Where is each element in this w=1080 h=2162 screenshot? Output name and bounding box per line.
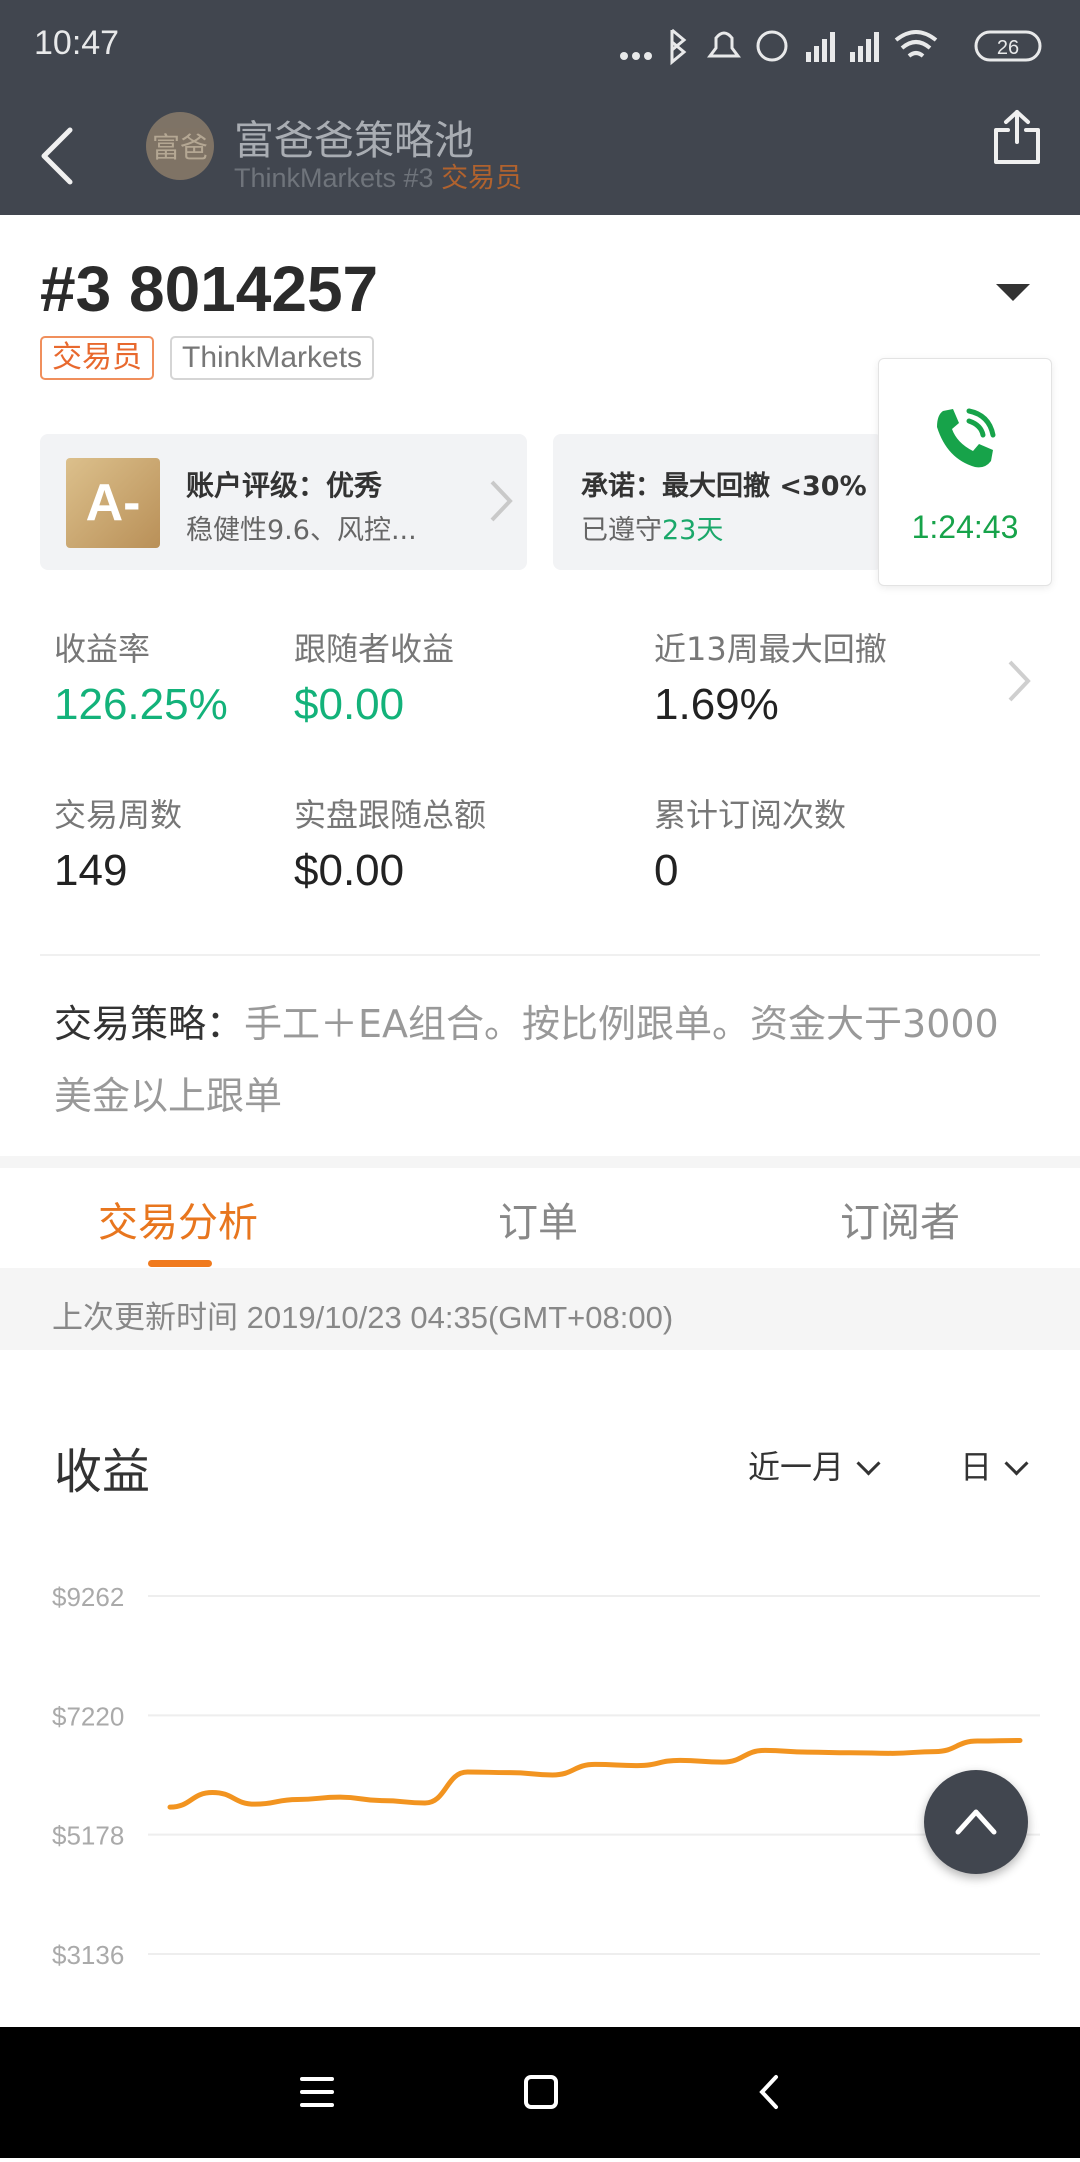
promise-card[interactable]: 承诺：最大回撤 <30% 已遵守23天 — [553, 434, 883, 570]
tab-subscribers[interactable]: 订阅者 — [840, 1190, 960, 1248]
tab-orders[interactable]: 订单 — [498, 1190, 578, 1248]
promise-desc: 已遵守23天 — [581, 508, 723, 547]
profit-series-line — [170, 1740, 1020, 1807]
section-title: 收益 — [54, 1432, 150, 1502]
call-widget[interactable]: 1:24:43 — [878, 358, 1052, 586]
rating-card[interactable]: A- 账户评级：优秀 稳健性9.6、风控... — [40, 434, 527, 570]
chevron-up-icon — [954, 1804, 998, 1840]
tag-trader: 交易员 — [40, 336, 154, 380]
stat-label-max-drawdown: 近13周最大回撤 — [654, 624, 887, 670]
stat-value-follower-return: $0.00 — [294, 680, 404, 730]
promise-days: 23天 — [662, 515, 723, 546]
stat-label-subscriptions: 累计订阅次数 — [654, 790, 846, 836]
profit-chart: $9262 $7220 $5178 $3136 — [0, 1560, 1080, 1980]
tab-trade-analysis[interactable]: 交易分析 — [98, 1190, 258, 1248]
section-separator — [0, 1156, 1080, 1168]
stat-label-follow-total: 实盘跟随总额 — [294, 790, 486, 836]
account-dropdown-icon[interactable] — [996, 284, 1030, 301]
rating-desc: 稳健性9.6、风控... — [186, 508, 417, 547]
stat-label-follower-return: 跟随者收益 — [294, 624, 454, 670]
home-icon — [526, 2077, 556, 2107]
stat-value-max-drawdown: 1.69% — [654, 680, 779, 730]
strategy-text: 交易策略：手工＋EA组合。按比例跟单。资金大于3000美金以上跟单 — [54, 988, 1034, 1132]
chevron-down-icon — [856, 1451, 880, 1475]
stat-label-return: 收益率 — [54, 624, 150, 670]
phone-call-icon — [929, 403, 1001, 475]
stat-value-return: 126.25% — [54, 680, 228, 730]
menu-icon — [302, 2079, 332, 2105]
status-time: 10:47 — [34, 24, 119, 63]
y-tick-label: $7220 — [52, 1701, 124, 1731]
period-select-label: 近一月 — [748, 1448, 844, 1486]
subtitle-role: 交易员 — [441, 163, 522, 193]
alarm-icon — [758, 32, 786, 60]
stat-value-weeks: 149 — [54, 846, 127, 896]
promise-desc-prefix: 已遵守 — [581, 515, 662, 546]
y-tick-label: $9262 — [52, 1582, 124, 1612]
subtitle-broker: ThinkMarkets #3 — [234, 163, 441, 193]
chevron-down-icon — [1004, 1451, 1028, 1475]
system-nav-bar — [0, 2027, 1080, 2158]
call-timer: 1:24:43 — [879, 509, 1051, 546]
rating-label: 账户评级：优秀 — [186, 464, 382, 504]
stat-value-follow-total: $0.00 — [294, 846, 404, 896]
account-title: #3 8014257 — [40, 252, 378, 326]
back-arrow-icon — [44, 130, 70, 182]
avatar[interactable]: 富爸 — [146, 112, 214, 180]
chevron-right-icon[interactable] — [1000, 656, 1036, 706]
chevron-right-icon — [480, 476, 520, 526]
bluetooth-icon — [672, 30, 684, 62]
share-icon — [996, 112, 1038, 162]
back-button[interactable] — [30, 110, 86, 190]
last-update-text: 上次更新时间 2019/10/23 04:35(GMT+08:00) — [52, 1292, 673, 1337]
tab-active-indicator — [148, 1260, 212, 1267]
granularity-select[interactable]: 日 — [960, 1442, 1025, 1488]
scroll-to-top-button[interactable] — [924, 1770, 1028, 1874]
strategy-lead: 交易策略： — [54, 1002, 244, 1046]
wifi-icon — [896, 32, 936, 56]
share-button[interactable] — [990, 108, 1044, 168]
back-icon — [762, 2077, 776, 2107]
y-tick-label: $5178 — [52, 1821, 124, 1851]
divider — [40, 954, 1040, 956]
y-tick-label: $3136 — [52, 1940, 124, 1970]
granularity-select-label: 日 — [960, 1448, 992, 1486]
status-icons: 26 — [620, 26, 1050, 66]
mute-bell-icon — [710, 33, 738, 56]
stat-value-subscriptions: 0 — [654, 846, 678, 896]
battery-level: 26 — [997, 37, 1019, 59]
grade-badge: A- — [66, 458, 160, 548]
system-nav-icons — [0, 2027, 1080, 2158]
promise-label: 承诺：最大回撤 <30% — [581, 464, 867, 503]
stat-label-weeks: 交易周数 — [54, 790, 182, 836]
more-dots-icon — [620, 52, 628, 60]
period-select[interactable]: 近一月 — [748, 1442, 877, 1488]
page-subtitle: ThinkMarkets #3 交易员 — [234, 156, 522, 195]
tag-broker: ThinkMarkets — [170, 336, 374, 380]
